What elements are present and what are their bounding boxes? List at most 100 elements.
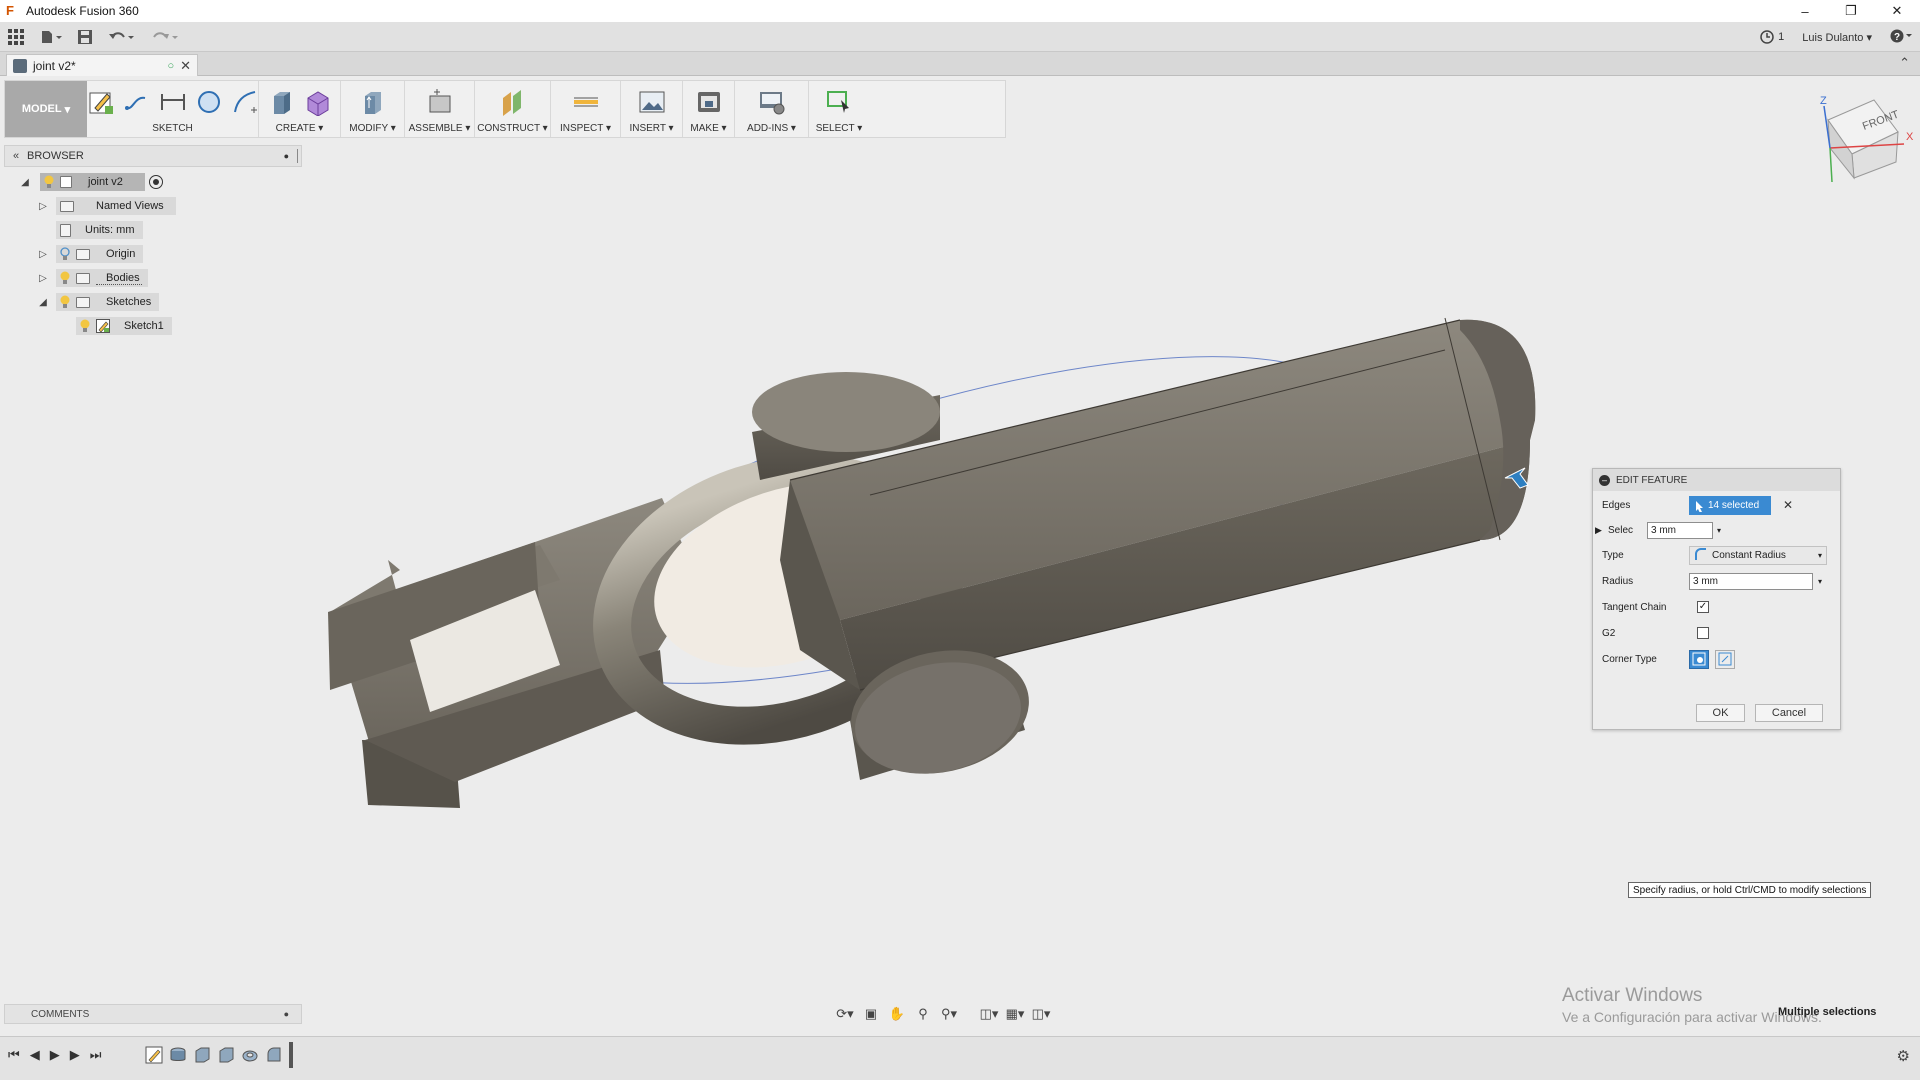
workspace-switcher[interactable]: MODEL ▾ xyxy=(5,81,87,137)
restore-button[interactable]: ❐ xyxy=(1828,0,1874,22)
extrude-icon[interactable] xyxy=(267,87,297,117)
bulb-icon[interactable] xyxy=(44,175,54,189)
select-group[interactable]: SELECT ▾ xyxy=(809,81,869,137)
sketch-group[interactable]: SKETCH xyxy=(87,81,259,137)
comments-panel-header[interactable]: COMMENTS ● xyxy=(4,1004,302,1024)
line-icon[interactable] xyxy=(122,87,152,117)
timeline-marker[interactable] xyxy=(288,1042,294,1068)
inspect-group[interactable]: INSPECT ▾ xyxy=(551,81,621,137)
look-at-icon[interactable]: ▣ xyxy=(860,1004,882,1024)
undo-button[interactable] xyxy=(100,22,144,52)
radius-dropdown-icon[interactable]: ▾ xyxy=(1818,577,1822,586)
orbit-icon[interactable]: ⟳▾ xyxy=(834,1004,856,1024)
tree-item-sketches[interactable]: ◢ Sketches xyxy=(36,292,160,312)
expanded-icon[interactable]: ◢ xyxy=(18,175,32,189)
tree-item-origin[interactable]: ▷ Origin xyxy=(36,244,144,264)
expanded-icon[interactable]: ◢ xyxy=(36,295,50,309)
close-tab-icon[interactable]: ✕ xyxy=(180,58,191,74)
bulb-icon[interactable] xyxy=(80,319,90,333)
select-radius-field[interactable]: 3 mm xyxy=(1647,521,1713,539)
user-menu[interactable]: Luis Dulanto ▾ xyxy=(1802,31,1872,44)
press-pull-icon[interactable] xyxy=(358,87,388,117)
timeline-extrude-icon[interactable] xyxy=(168,1045,188,1065)
form-icon[interactable] xyxy=(303,87,333,117)
timeline-revolve-icon[interactable] xyxy=(240,1045,260,1065)
timeline-settings-icon[interactable]: ⚙ xyxy=(1897,1047,1910,1065)
select-radius-dropdown-icon[interactable]: ▾ xyxy=(1717,526,1721,535)
data-panel-button[interactable] xyxy=(0,22,32,52)
timeline-extrude-icon[interactable] xyxy=(216,1045,236,1065)
g2-checkbox[interactable] xyxy=(1697,627,1709,639)
radius-input[interactable]: 3 mm xyxy=(1689,572,1813,590)
pin-icon[interactable]: ● xyxy=(284,151,289,161)
help-button[interactable]: ? xyxy=(1890,29,1914,46)
modify-group[interactable]: MODIFY ▾ xyxy=(341,81,405,137)
tangent-chain-checkbox[interactable]: ✓ xyxy=(1697,601,1709,613)
select-icon[interactable] xyxy=(824,87,854,117)
zoom-icon[interactable]: ⚲ xyxy=(912,1004,934,1024)
save-button[interactable] xyxy=(70,22,100,52)
insert-image-icon[interactable] xyxy=(637,87,667,117)
redo-button[interactable] xyxy=(144,22,188,52)
collapsed-icon[interactable]: ▷ xyxy=(36,247,50,261)
collapsed-icon[interactable]: ▷ xyxy=(36,199,50,213)
close-window-button[interactable]: ✕ xyxy=(1874,0,1920,22)
job-status-button[interactable]: 1 xyxy=(1760,30,1784,44)
construct-group[interactable]: CONSTRUCT ▾ xyxy=(475,81,551,137)
setback-corner-button[interactable] xyxy=(1715,649,1735,669)
collapse-browser-icon[interactable]: « xyxy=(5,150,27,162)
minimize-button[interactable]: – xyxy=(1782,0,1828,22)
timeline-extrude-icon[interactable] xyxy=(192,1045,212,1065)
type-select[interactable]: Constant Radius ▾ xyxy=(1689,545,1827,565)
expand-arrow-icon[interactable]: ▶ xyxy=(1595,525,1602,536)
step-back-icon[interactable]: ◀ xyxy=(30,1047,40,1063)
bulb-off-icon[interactable] xyxy=(60,247,70,261)
tree-item-bodies[interactable]: ▷ Bodies xyxy=(36,268,148,288)
spline-icon[interactable] xyxy=(230,87,260,117)
viewports-icon[interactable]: ◫▾ xyxy=(1030,1004,1052,1024)
collapse-dialog-icon[interactable]: – xyxy=(1599,474,1610,486)
bulb-icon[interactable] xyxy=(60,295,70,309)
clear-selection-icon[interactable]: ✕ xyxy=(1783,498,1793,512)
display-settings-icon[interactable]: ◫▾ xyxy=(978,1004,1000,1024)
step-forward-icon[interactable]: ▶ xyxy=(70,1047,80,1063)
timeline-sketch-icon[interactable] xyxy=(144,1045,164,1065)
go-to-start-icon[interactable]: ⏮ xyxy=(8,1047,20,1063)
fit-icon[interactable]: ⚲▾ xyxy=(938,1004,960,1024)
add-comment-icon[interactable]: ● xyxy=(284,1009,289,1019)
timeline-fillet-icon[interactable] xyxy=(264,1045,284,1065)
play-icon[interactable]: ▶ xyxy=(50,1047,60,1063)
insert-group[interactable]: INSERT ▾ xyxy=(621,81,683,137)
cancel-button[interactable]: Cancel xyxy=(1755,704,1823,722)
rolling-ball-corner-button[interactable] xyxy=(1689,649,1709,669)
activate-icon[interactable] xyxy=(148,175,163,189)
go-to-end-icon[interactable]: ⏭ xyxy=(90,1047,102,1063)
handle-body[interactable] xyxy=(780,317,1536,691)
grid-settings-icon[interactable]: ▦▾ xyxy=(1004,1004,1026,1024)
resize-grip[interactable] xyxy=(297,149,299,163)
browser-panel-header[interactable]: « BROWSER ● xyxy=(4,145,302,167)
circle-icon[interactable] xyxy=(194,87,224,117)
edges-selection[interactable]: 14 selected xyxy=(1689,496,1771,515)
scripts-icon[interactable] xyxy=(757,87,787,117)
create-sketch-icon[interactable] xyxy=(86,87,116,117)
tree-item-named-views[interactable]: ▷ Named Views xyxy=(36,196,176,216)
tree-item-units[interactable]: Units: mm xyxy=(56,220,143,240)
3d-print-icon[interactable] xyxy=(694,87,724,117)
pan-icon[interactable]: ✋ xyxy=(886,1004,908,1024)
assemble-group[interactable]: ASSEMBLE ▾ xyxy=(405,81,475,137)
measure-icon[interactable] xyxy=(571,87,601,117)
bulb-icon[interactable] xyxy=(60,271,70,285)
make-group[interactable]: MAKE ▾ xyxy=(683,81,735,137)
document-tab[interactable]: joint v2* ○ ✕ xyxy=(6,54,198,76)
file-menu-button[interactable] xyxy=(32,22,70,52)
view-cube[interactable]: FRONT Z X xyxy=(1810,92,1918,188)
dimension-icon[interactable] xyxy=(158,87,188,117)
tree-root[interactable]: ◢ joint v2 xyxy=(18,172,163,192)
addins-group[interactable]: ADD-INS ▾ xyxy=(735,81,809,137)
collapse-toolbar-icon[interactable]: ⌃ xyxy=(1899,55,1910,71)
offset-plane-icon[interactable] xyxy=(498,87,528,117)
tree-item-sketch1[interactable]: Sketch1 xyxy=(76,316,172,336)
ok-button[interactable]: OK xyxy=(1696,704,1745,722)
create-group[interactable]: CREATE ▾ xyxy=(259,81,341,137)
